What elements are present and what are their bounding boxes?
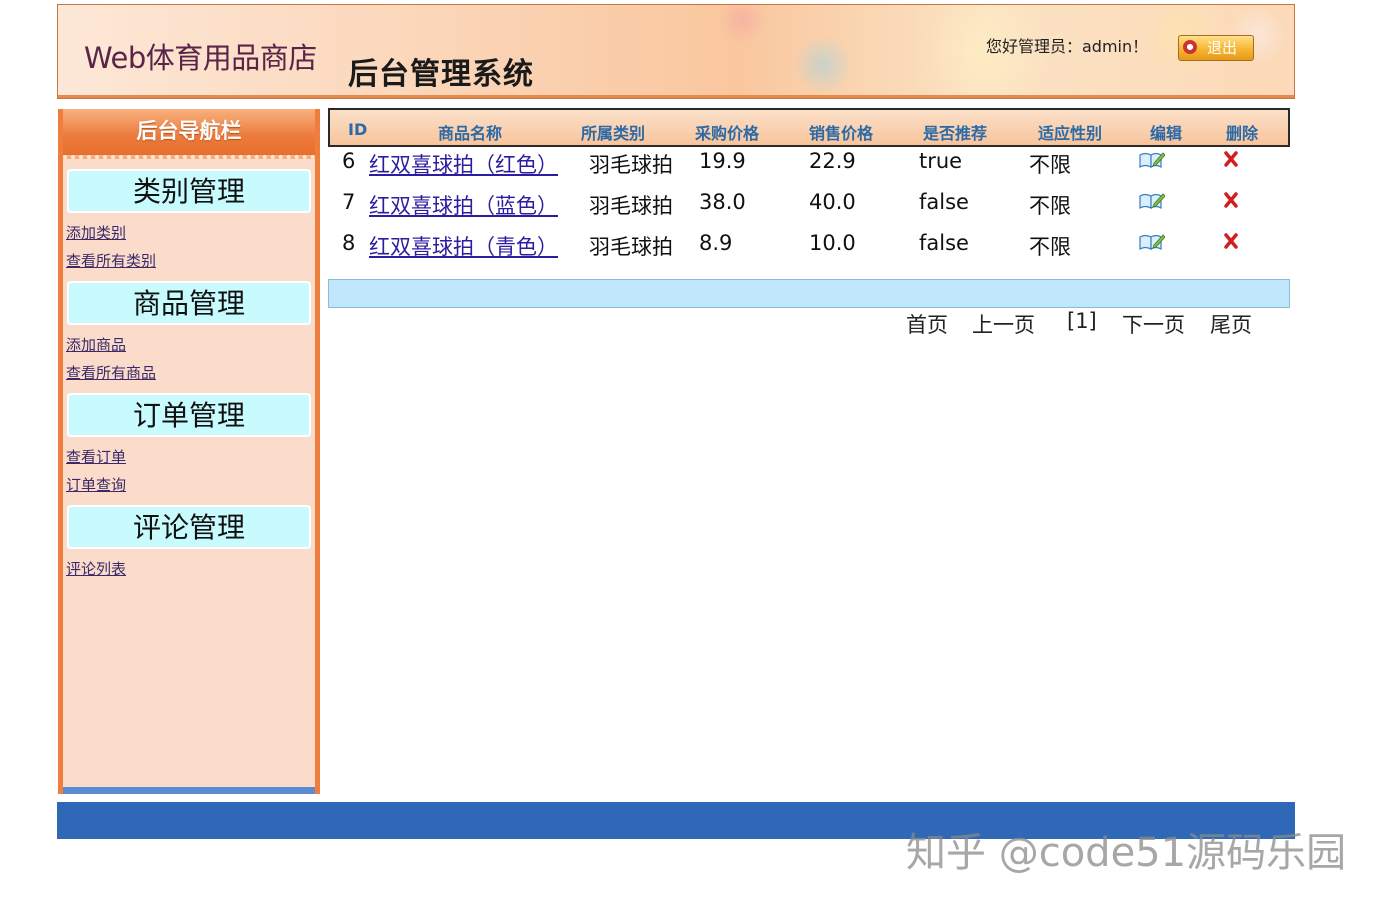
watermark: 知乎 @code51源码乐园 — [906, 830, 1347, 876]
edit-icon[interactable] — [1139, 233, 1165, 251]
col-header-purchase-price: 采购价格 — [695, 124, 760, 143]
delete-icon[interactable] — [1224, 233, 1238, 249]
product-name-link[interactable]: 红双喜球拍（红色） — [369, 149, 558, 179]
cell-purchase-price: 19.9 — [699, 149, 746, 173]
col-header-id: ID — [348, 120, 368, 139]
cell-purchase-price: 8.9 — [699, 231, 733, 255]
pager-prev[interactable]: 上一页 — [972, 309, 1035, 339]
sidebar: 后台导航栏 类别管理 添加类别 查看所有类别 商品管理 添加商品 查看所有商品 … — [58, 109, 320, 794]
table-footer-bar — [328, 279, 1290, 308]
cell-recommend: true — [919, 149, 963, 173]
col-header-name: 商品名称 — [438, 124, 503, 143]
pager-next[interactable]: 下一页 — [1122, 309, 1185, 339]
cell-sale-price: 22.9 — [809, 149, 856, 173]
col-header-category: 所属类别 — [581, 124, 646, 143]
cell-recommend: false — [919, 231, 969, 255]
group-order-management: 订单管理 — [67, 393, 311, 437]
link-order-search[interactable]: 订单查询 — [66, 471, 315, 499]
col-header-recommend: 是否推荐 — [923, 124, 988, 143]
sidebar-bottom-bar — [63, 787, 315, 794]
group-category-management: 类别管理 — [67, 169, 311, 213]
cell-sale-price: 10.0 — [809, 231, 856, 255]
product-name-link[interactable]: 红双喜球拍（青色） — [369, 231, 558, 261]
cell-gender: 不限 — [1029, 194, 1071, 218]
logout-icon — [1183, 40, 1197, 54]
pager-current-page: [1] — [1067, 309, 1097, 333]
table-row: 7 红双喜球拍（蓝色） 羽毛球拍 38.0 40.0 false 不限 — [328, 190, 1290, 230]
cell-purchase-price: 38.0 — [699, 190, 746, 214]
cell-category: 羽毛球拍 — [589, 235, 673, 259]
col-header-sale-price: 销售价格 — [809, 124, 874, 143]
logout-button[interactable]: 退出 — [1178, 35, 1254, 61]
cell-gender: 不限 — [1029, 153, 1071, 177]
table-row: 6 红双喜球拍（红色） 羽毛球拍 19.9 22.9 true 不限 — [328, 149, 1290, 189]
link-view-all-categories[interactable]: 查看所有类别 — [66, 247, 315, 275]
edit-icon[interactable] — [1139, 151, 1165, 169]
link-comment-list[interactable]: 评论列表 — [66, 555, 315, 583]
cell-sale-price: 40.0 — [809, 190, 856, 214]
logout-label: 退出 — [1206, 39, 1237, 57]
flower-decoration — [718, 5, 768, 45]
table-row: 8 红双喜球拍（青色） 羽毛球拍 8.9 10.0 false 不限 — [328, 231, 1290, 271]
group-comment-management: 评论管理 — [67, 505, 311, 549]
cell-category: 羽毛球拍 — [589, 153, 673, 177]
flower-decoration — [793, 35, 853, 95]
cell-id: 6 — [342, 149, 356, 173]
pager-last[interactable]: 尾页 — [1210, 309, 1252, 339]
col-header-gender: 适应性别 — [1038, 124, 1103, 143]
product-name-link[interactable]: 红双喜球拍（蓝色） — [369, 190, 558, 220]
sidebar-title: 后台导航栏 — [63, 109, 315, 159]
cell-id: 7 — [342, 190, 356, 214]
edit-icon[interactable] — [1139, 192, 1165, 210]
cell-gender: 不限 — [1029, 235, 1071, 259]
delete-icon[interactable] — [1224, 192, 1238, 208]
cell-recommend: false — [919, 190, 969, 214]
link-view-orders[interactable]: 查看订单 — [66, 443, 315, 471]
system-title: 后台管理系统 — [348, 57, 534, 92]
site-title: Web体育用品商店 — [84, 41, 317, 75]
pager-first[interactable]: 首页 — [906, 309, 948, 339]
col-header-edit: 编辑 — [1150, 124, 1183, 143]
group-product-management: 商品管理 — [67, 281, 311, 325]
cell-id: 8 — [342, 231, 356, 255]
col-header-delete: 删除 — [1226, 124, 1259, 143]
link-view-all-products[interactable]: 查看所有商品 — [66, 359, 315, 387]
link-add-category[interactable]: 添加类别 — [66, 219, 315, 247]
top-banner: Web体育用品商店 后台管理系统 您好管理员：admin！ 退出 — [57, 4, 1295, 99]
table-header: ID 商品名称 所属类别 采购价格 销售价格 是否推荐 适应性别 编辑 删除 — [328, 108, 1290, 147]
cell-category: 羽毛球拍 — [589, 194, 673, 218]
delete-icon[interactable] — [1224, 151, 1238, 167]
welcome-text: 您好管理员：admin！ — [986, 37, 1149, 56]
link-add-product[interactable]: 添加商品 — [66, 331, 315, 359]
